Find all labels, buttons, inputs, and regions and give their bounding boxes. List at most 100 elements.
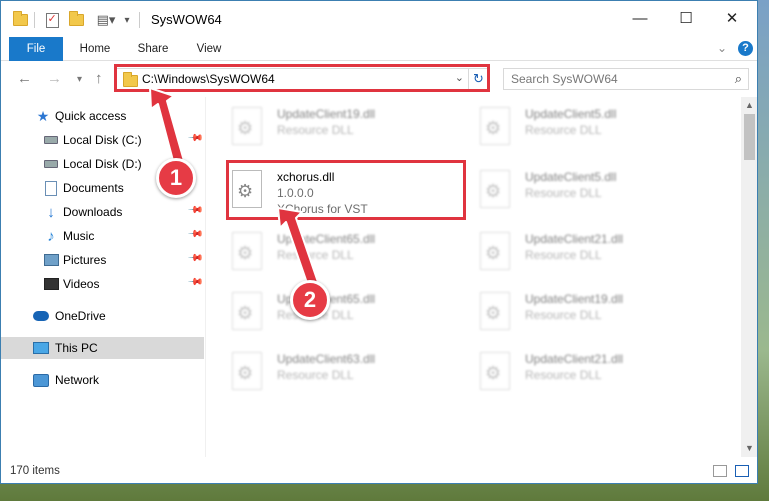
search-input[interactable]: Search SysWOW64 ⌕ xyxy=(503,68,749,90)
up-arrow-icon[interactable]: ↑ xyxy=(95,70,103,87)
dll-file-icon xyxy=(480,352,510,390)
sidebar-item-label: Documents xyxy=(63,181,124,195)
step-2-badge: 2 xyxy=(290,280,330,320)
sidebar-item-label: Videos xyxy=(63,277,100,291)
sidebar-item-music[interactable]: ♪ Music 📌 xyxy=(1,225,204,247)
file-tile[interactable]: UpdateClient5.dll Resource DLL xyxy=(455,99,685,151)
minimize-button[interactable]: — xyxy=(617,1,663,35)
pin-icon[interactable]: 📌 xyxy=(187,250,204,267)
file-tile[interactable]: UpdateClient19.dll Resource DLL xyxy=(207,99,437,151)
file-name: UpdateClient21.dll xyxy=(525,232,624,246)
close-icon: ✕ xyxy=(725,10,739,27)
sidebar-item-local-disk-c[interactable]: Local Disk (C:) 📌 xyxy=(1,129,204,151)
help-icon[interactable]: ? xyxy=(738,41,753,56)
sidebar-item-label: Quick access xyxy=(55,109,127,123)
sidebar-item-label: Network xyxy=(55,373,100,387)
disk-icon xyxy=(43,132,59,148)
maximize-icon: ☐ xyxy=(679,10,693,27)
sidebar-item-label: Music xyxy=(63,229,95,243)
new-folder-icon[interactable] xyxy=(67,11,85,29)
sidebar-item-label: Local Disk (C:) xyxy=(63,133,142,147)
tab-view[interactable]: View xyxy=(185,37,233,61)
sidebar-item-label: OneDrive xyxy=(55,309,106,323)
dll-file-icon xyxy=(232,292,262,330)
maximize-button[interactable]: ☐ xyxy=(663,1,709,35)
file-tile[interactable]: UpdateClient65.dll Resource DLL xyxy=(207,224,437,276)
dll-file-icon xyxy=(480,170,510,208)
scroll-up-icon[interactable]: ▲ xyxy=(741,97,757,114)
file-name: UpdateClient21.dll xyxy=(525,352,624,366)
chevron-down-icon[interactable]: ▾ xyxy=(121,11,133,29)
sidebar-item-network[interactable]: Network xyxy=(1,369,204,391)
file-type: Resource DLL xyxy=(525,123,602,137)
file-tile[interactable]: UpdateClient63.dll Resource DLL xyxy=(207,344,437,396)
sidebar-item-videos[interactable]: Videos 📌 xyxy=(1,273,204,295)
file-type: Resource DLL xyxy=(525,186,602,200)
tab-home[interactable]: Home xyxy=(71,37,119,61)
customize-toolbar-icon[interactable]: ▤▾ xyxy=(93,11,119,29)
properties-icon[interactable] xyxy=(43,11,61,29)
file-tile[interactable]: UpdateClient5.dll Resource DLL xyxy=(455,162,685,214)
file-type: Resource DLL xyxy=(525,368,602,382)
pin-icon[interactable]: 📌 xyxy=(187,202,204,219)
pin-icon[interactable]: 📌 xyxy=(187,226,204,243)
address-highlight-box xyxy=(114,64,490,92)
dll-file-icon xyxy=(480,292,510,330)
step-1-badge: 1 xyxy=(156,158,196,198)
minimize-icon: — xyxy=(632,9,648,27)
dll-file-icon xyxy=(232,107,262,145)
file-tile[interactable]: UpdateClient21.dll Resource DLL xyxy=(455,224,685,276)
expand-ribbon-icon[interactable]: ⌄ xyxy=(717,41,727,55)
details-view-icon[interactable] xyxy=(713,465,727,477)
tab-file[interactable]: File xyxy=(9,37,63,61)
file-name: UpdateClient63.dll xyxy=(277,352,376,366)
downloads-icon: ↓ xyxy=(47,203,55,221)
file-tile[interactable]: UpdateClient21.dll Resource DLL xyxy=(455,344,685,396)
pin-icon[interactable]: 📌 xyxy=(187,130,204,147)
title-bar: ▤▾ ▾ SysWOW64 — ☐ ✕ xyxy=(1,1,757,37)
item-count: 170 items xyxy=(10,465,60,477)
vertical-scrollbar[interactable]: ▲ ▼ xyxy=(741,97,757,457)
tab-share[interactable]: Share xyxy=(129,37,177,61)
search-icon: ⌕ xyxy=(734,71,742,86)
sidebar-item-label: Pictures xyxy=(63,253,107,267)
sidebar-item-downloads[interactable]: ↓ Downloads 📌 xyxy=(1,201,204,223)
file-tile[interactable]: UpdateClient19.dll Resource DLL xyxy=(455,284,685,336)
navigation-pane: ★ Quick access Local Disk (C:) 📌 Local D… xyxy=(1,97,206,457)
forward-arrow-icon[interactable]: → xyxy=(47,70,62,87)
star-icon: ★ xyxy=(36,107,50,124)
pin-icon[interactable]: 📌 xyxy=(187,274,204,291)
sidebar-item-label: This PC xyxy=(55,341,98,355)
file-type: Resource DLL xyxy=(525,248,602,262)
file-list: UpdateClient19.dll Resource DLL xchorus.… xyxy=(207,97,741,457)
window-title: SysWOW64 xyxy=(151,12,222,27)
dll-file-icon xyxy=(232,352,262,390)
sidebar-item-quick-access[interactable]: ★ Quick access xyxy=(1,105,204,127)
sidebar-item-pictures[interactable]: Pictures 📌 xyxy=(1,249,204,271)
scroll-thumb[interactable] xyxy=(744,114,755,160)
sidebar-item-onedrive[interactable]: OneDrive xyxy=(1,305,204,327)
sidebar-item-label: Local Disk (D:) xyxy=(63,157,142,171)
file-type: Resource DLL xyxy=(277,123,354,137)
search-placeholder: Search SysWOW64 xyxy=(511,72,618,86)
file-type: Resource DLL xyxy=(277,368,354,382)
file-name: UpdateClient5.dll xyxy=(525,170,617,184)
sidebar-item-this-pc[interactable]: This PC xyxy=(1,337,204,359)
file-name: UpdateClient5.dll xyxy=(525,107,617,121)
file-name: UpdateClient65.dll xyxy=(277,232,376,246)
tiles-view-icon[interactable] xyxy=(735,465,749,477)
videos-icon xyxy=(43,276,59,292)
documents-icon xyxy=(43,180,59,196)
sidebar-item-label: Downloads xyxy=(63,205,123,219)
close-button[interactable]: ✕ xyxy=(709,1,755,35)
cloud-icon xyxy=(33,308,49,324)
dll-file-icon xyxy=(232,232,262,270)
file-type: Resource DLL xyxy=(525,308,602,322)
scroll-down-icon[interactable]: ▼ xyxy=(741,440,757,457)
computer-icon xyxy=(33,340,49,356)
folder-icon xyxy=(11,11,29,29)
recent-locations-icon[interactable]: ▾ xyxy=(77,74,82,85)
file-highlight-box xyxy=(226,160,466,220)
back-arrow-icon[interactable]: ← xyxy=(17,70,32,87)
file-type: Resource DLL xyxy=(277,248,354,262)
